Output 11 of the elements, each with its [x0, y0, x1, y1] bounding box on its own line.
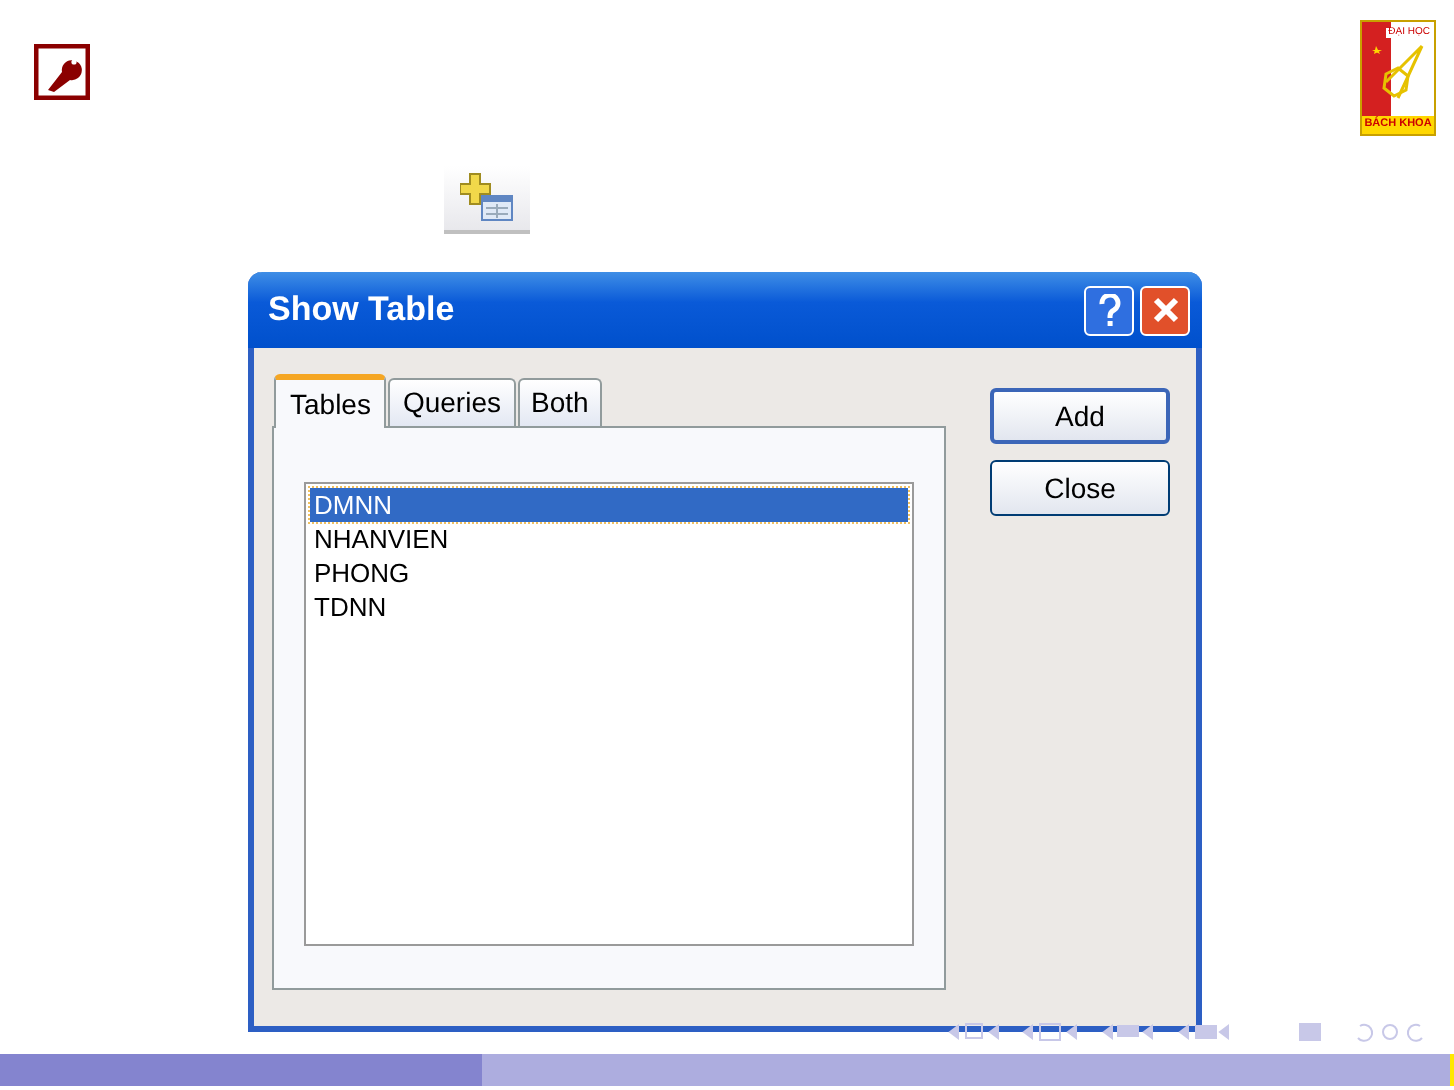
list-item[interactable]: NHANVIEN — [310, 522, 908, 556]
tab[interactable]: Both — [517, 378, 603, 426]
list-item[interactable]: PHONG — [310, 556, 908, 590]
dialog-button[interactable]: Add — [990, 388, 1170, 444]
list-item[interactable]: DMNN — [310, 488, 908, 522]
window-title: Show Table — [268, 288, 455, 333]
dialog-button[interactable]: Close — [990, 460, 1170, 516]
tab[interactable]: Tables — [274, 374, 387, 428]
list-item[interactable]: TDNN — [310, 590, 908, 624]
table-list[interactable]: DMNN NHANVIEN PHONG TDNN — [304, 482, 914, 946]
tab[interactable]: Queries — [388, 378, 515, 426]
